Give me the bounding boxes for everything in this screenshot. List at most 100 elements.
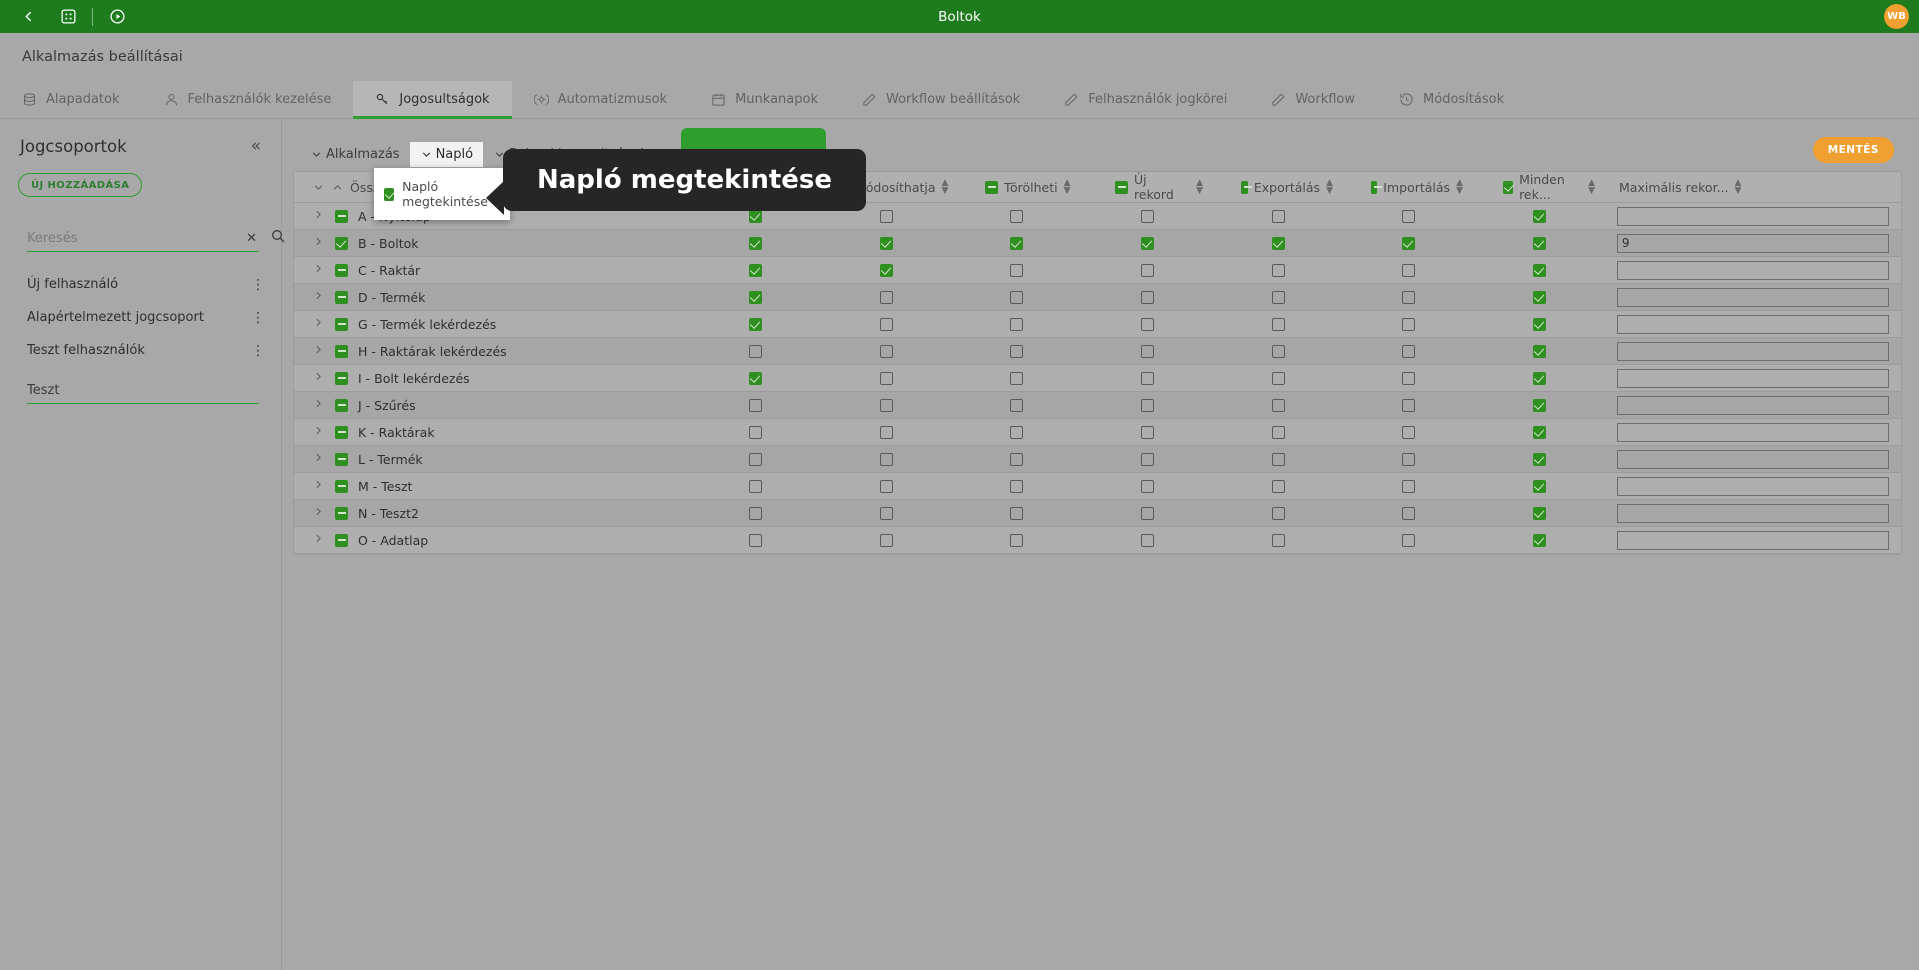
chevron-down-icon[interactable]	[312, 181, 325, 194]
checkbox-icon[interactable]	[1532, 371, 1546, 385]
tab-modositasok[interactable]: Módosítások	[1377, 81, 1526, 118]
chevron-right-icon[interactable]	[312, 343, 325, 360]
checkbox-icon[interactable]	[879, 398, 893, 412]
max-records-input[interactable]	[1616, 422, 1890, 442]
checkbox-icon[interactable]	[1140, 209, 1154, 223]
checkbox-icon[interactable]	[1532, 533, 1546, 547]
checkbox-icon[interactable]	[384, 187, 395, 201]
checkbox-icon[interactable]	[879, 263, 893, 277]
save-button[interactable]: MENTÉS	[1812, 137, 1894, 163]
checkbox-icon[interactable]	[1401, 452, 1415, 466]
checkbox-icon[interactable]	[335, 479, 348, 493]
checkbox-icon[interactable]	[1401, 290, 1415, 304]
table-row[interactable]: D - Termék	[294, 283, 1901, 311]
checkbox-icon[interactable]	[1271, 236, 1285, 250]
checkbox-icon[interactable]	[1009, 236, 1023, 250]
back-button[interactable]	[8, 0, 48, 33]
add-group-button[interactable]: ÚJ HOZZÁADÁSA	[18, 173, 143, 197]
col-header-importalas[interactable]: Importálás ▲ ▼	[1343, 172, 1473, 203]
checkbox-icon[interactable]	[1140, 236, 1154, 250]
checkbox-icon[interactable]	[879, 317, 893, 331]
tab-felhasznalok-jogkorei[interactable]: Felhasználók jogkörei	[1042, 81, 1249, 118]
checkbox-icon[interactable]	[1532, 452, 1546, 466]
checkbox-icon[interactable]	[1503, 180, 1514, 194]
col-header-torolheti[interactable]: Törölheti ▲ ▼	[951, 172, 1081, 203]
search-input[interactable]	[27, 230, 247, 246]
checkbox-icon[interactable]	[748, 209, 762, 223]
checkbox-icon[interactable]	[879, 344, 893, 358]
checkbox-icon[interactable]	[335, 236, 348, 250]
checkbox-icon[interactable]	[1532, 290, 1546, 304]
table-row[interactable]: N - Teszt2	[294, 499, 1901, 527]
checkbox-icon[interactable]	[1532, 479, 1546, 493]
checkbox-icon[interactable]	[879, 533, 893, 547]
checkbox-icon[interactable]	[1371, 180, 1382, 194]
checkbox-icon[interactable]	[1401, 263, 1415, 277]
checkbox-icon[interactable]	[1140, 533, 1154, 547]
max-records-input[interactable]	[1616, 233, 1890, 253]
list-item[interactable]: Alapértelmezett jogcsoport ⋮	[0, 301, 281, 334]
checkbox-icon[interactable]	[1532, 344, 1546, 358]
table-row[interactable]: M - Teszt	[294, 472, 1901, 500]
chevron-right-icon[interactable]	[312, 451, 325, 468]
checkbox-icon[interactable]	[335, 344, 348, 358]
checkbox-icon[interactable]	[335, 317, 348, 331]
checkbox-icon[interactable]	[1401, 506, 1415, 520]
checkbox-icon[interactable]	[748, 479, 762, 493]
checkbox-icon[interactable]	[1009, 479, 1023, 493]
subtab-naplo[interactable]: Napló	[409, 142, 484, 167]
checkbox-icon[interactable]	[1009, 506, 1023, 520]
checkbox-icon[interactable]	[1401, 425, 1415, 439]
checkbox-icon[interactable]	[1241, 180, 1252, 194]
chevron-right-icon[interactable]	[312, 397, 325, 414]
avatar[interactable]: WB	[1884, 4, 1909, 29]
table-row[interactable]: G - Termék lekérdezés	[294, 310, 1901, 338]
chevron-right-icon[interactable]	[312, 424, 325, 441]
table-row[interactable]: K - Raktárak	[294, 418, 1901, 446]
chevron-right-icon[interactable]	[312, 478, 325, 495]
checkbox-icon[interactable]	[335, 263, 348, 277]
checkbox-icon[interactable]	[1271, 209, 1285, 223]
col-header-exportalas[interactable]: Exportálás ▲ ▼	[1213, 172, 1343, 203]
checkbox-icon[interactable]	[1271, 371, 1285, 385]
checkbox-icon[interactable]	[1140, 344, 1154, 358]
tab-workflow[interactable]: Workflow	[1249, 81, 1377, 118]
table-row[interactable]: L - Termék	[294, 445, 1901, 473]
max-records-input[interactable]	[1616, 476, 1890, 496]
checkbox-icon[interactable]	[1532, 263, 1546, 277]
checkbox-icon[interactable]	[1401, 317, 1415, 331]
table-row[interactable]: J - Szűrés	[294, 391, 1901, 419]
checkbox-icon[interactable]	[879, 425, 893, 439]
chevron-right-icon[interactable]	[312, 262, 325, 279]
checkbox-icon[interactable]	[748, 452, 762, 466]
checkbox-icon[interactable]	[1271, 290, 1285, 304]
sort-icon[interactable]: ▲▼	[1326, 179, 1333, 196]
checkbox-icon[interactable]	[748, 506, 762, 520]
sort-icon[interactable]: ▲▼	[1196, 179, 1203, 196]
checkbox-icon[interactable]	[1271, 533, 1285, 547]
checkbox-icon[interactable]	[1532, 236, 1546, 250]
checkbox-icon[interactable]	[335, 425, 348, 439]
group-name-input[interactable]	[27, 382, 259, 398]
checkbox-icon[interactable]	[748, 263, 762, 277]
checkbox-icon[interactable]	[1271, 479, 1285, 493]
chevron-right-icon[interactable]	[312, 316, 325, 333]
checkbox-icon[interactable]	[1532, 209, 1546, 223]
sort-icon[interactable]: ▲▼	[1588, 179, 1595, 196]
chevron-right-icon[interactable]	[312, 370, 325, 387]
sort-icon[interactable]: ▲▼	[1064, 179, 1071, 196]
checkbox-icon[interactable]	[335, 290, 348, 304]
max-records-input[interactable]	[1616, 449, 1890, 469]
checkbox-icon[interactable]	[1140, 263, 1154, 277]
checkbox-icon[interactable]	[1009, 317, 1023, 331]
checkbox-icon[interactable]	[879, 209, 893, 223]
checkbox-icon[interactable]	[1009, 263, 1023, 277]
table-row[interactable]: I - Bolt lekérdezés	[294, 364, 1901, 392]
checkbox-icon[interactable]	[335, 506, 348, 520]
checkbox-icon[interactable]	[1009, 344, 1023, 358]
checkbox-icon[interactable]	[1140, 398, 1154, 412]
max-records-input[interactable]	[1616, 368, 1890, 388]
double-chevron-left-icon[interactable]: «	[251, 138, 261, 155]
col-header-maximalis-rekord[interactable]: Maximális rekor... ▲ ▼	[1605, 172, 1901, 203]
checkbox-icon[interactable]	[335, 452, 348, 466]
